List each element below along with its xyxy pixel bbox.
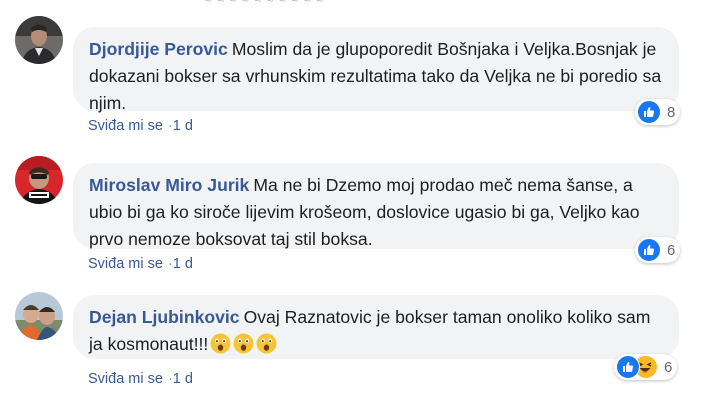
comment-actions: Sviđa mi se ·1 d [88, 371, 193, 387]
comment-bubble: Dejan Ljubinkovic Ovaj Raznatovic je boks… [73, 295, 679, 359]
reaction-count: 6 [664, 358, 673, 376]
comment-actions: Sviđa mi se ·1 d [88, 256, 193, 272]
comment-author[interactable]: Dejan Ljubinkovic [89, 307, 240, 327]
like-link[interactable]: Sviđa mi se [88, 371, 163, 387]
avatar[interactable] [15, 16, 63, 64]
emoji-group [210, 333, 277, 362]
astonished-face-icon [256, 333, 277, 354]
like-link[interactable]: Sviđa mi se [88, 256, 163, 272]
reaction-count: 8 [667, 103, 676, 121]
avatar[interactable] [15, 292, 63, 340]
reaction-summary[interactable]: 8 [635, 99, 681, 125]
comment-author[interactable]: Djordjije Perovic [89, 39, 228, 59]
comment-bubble: Djordjije Perovic Moslim da je glupopored… [73, 27, 679, 113]
avatar[interactable] [15, 156, 63, 204]
like-icon [616, 355, 640, 379]
comment-author[interactable]: Miroslav Miro Jurik [89, 175, 249, 195]
reaction-count: 6 [667, 241, 676, 259]
comment-bubble: Miroslav Miro Jurik Ma ne bi Dzemo moj pr… [73, 163, 679, 249]
cropped-text-fragment: ~ ~ ~ ~ ~ ~ ~ ~ ~ ~ [205, 0, 365, 3]
comment-timestamp[interactable]: 1 d [173, 371, 193, 387]
astonished-face-icon [210, 333, 231, 354]
like-icon [637, 100, 661, 124]
reaction-summary[interactable]: 6 [635, 237, 681, 263]
comment-actions: Sviđa mi se ·1 d [88, 118, 193, 134]
like-link[interactable]: Sviđa mi se [88, 118, 163, 134]
comment-timestamp[interactable]: 1 d [173, 118, 193, 134]
reaction-summary[interactable]: 6 [614, 354, 678, 380]
astonished-face-icon [233, 333, 254, 354]
comment-timestamp[interactable]: 1 d [173, 256, 193, 272]
like-icon [637, 238, 661, 262]
